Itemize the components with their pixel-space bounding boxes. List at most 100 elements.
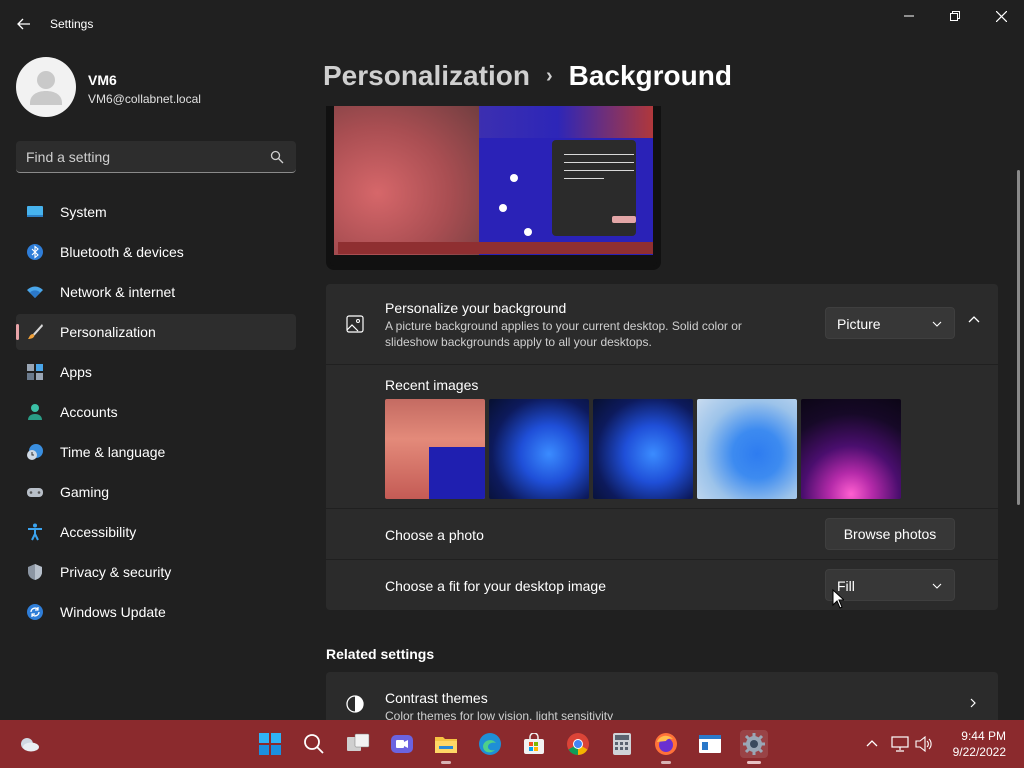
close-button[interactable]	[978, 4, 1024, 28]
personalize-description: A picture background applies to your cur…	[385, 319, 742, 349]
person-icon	[28, 404, 42, 420]
related-settings-title: Related settings	[326, 646, 435, 662]
sidebar-item-accessibility[interactable]: Accessibility	[16, 514, 296, 550]
store-bag-icon	[524, 733, 544, 754]
teams-chat-button[interactable]	[388, 730, 416, 758]
choose-fit-row: Choose a fit for your desktop image Fill	[326, 560, 998, 610]
preview-line	[564, 170, 634, 171]
active-indicator	[747, 761, 761, 764]
recent-image-2[interactable]	[489, 399, 589, 499]
user-email: VM6@collabnet.local	[88, 92, 201, 106]
contrast-themes-title: Contrast themes	[385, 690, 488, 706]
breadcrumb-separator: ›	[545, 64, 553, 87]
notepad-app-button[interactable]	[696, 730, 724, 758]
network-tray-button[interactable]	[888, 730, 912, 758]
sidebar-item-personalization[interactable]: Personalization	[16, 314, 296, 350]
sidebar-item-label: Personalization	[60, 324, 156, 340]
sidebar-item-label: Time & language	[60, 444, 166, 460]
personalize-title: Personalize your background	[385, 300, 567, 316]
app-title: Settings	[50, 17, 94, 31]
preview-window	[552, 140, 636, 236]
arrow-left-icon	[17, 18, 30, 30]
task-view-icon	[347, 733, 370, 751]
chevron-right-icon	[970, 698, 976, 708]
settings-taskbar-button[interactable]	[740, 730, 768, 764]
desktop-preview	[326, 106, 661, 270]
edge-browser-icon	[479, 733, 501, 755]
firefox-browser-icon	[655, 733, 677, 755]
chevron-down-icon	[932, 583, 942, 589]
fit-dropdown[interactable]: Fill	[825, 569, 955, 601]
store-button[interactable]	[520, 730, 548, 758]
recent-images-section: Recent images	[326, 365, 998, 508]
taskbar: 9:44 PM 9/22/2022	[0, 720, 1024, 768]
sidebar-item-privacy[interactable]: Privacy & security	[16, 554, 296, 590]
breadcrumb-parent[interactable]: Personalization	[323, 60, 530, 92]
chrome-button[interactable]	[564, 730, 592, 758]
running-indicator	[441, 761, 451, 764]
sidebar-item-system[interactable]: System	[16, 194, 296, 230]
scrollbar[interactable]	[1017, 170, 1020, 505]
thumbnail-flag	[429, 447, 485, 499]
picture-icon	[346, 315, 364, 333]
sidebar-item-label: Accessibility	[60, 524, 137, 540]
file-explorer-button[interactable]	[432, 730, 460, 764]
sidebar-item-label: Apps	[60, 364, 92, 380]
gamepad-icon	[27, 488, 43, 497]
start-button[interactable]	[256, 730, 284, 758]
recent-image-5[interactable]	[801, 399, 901, 499]
firefox-button[interactable]	[652, 730, 680, 764]
recent-images-list	[385, 399, 901, 499]
edge-button[interactable]	[476, 730, 504, 758]
preview-image	[334, 106, 653, 255]
task-view-button[interactable]	[344, 730, 372, 758]
clock-date: 9/22/2022	[952, 745, 1006, 759]
sidebar-item-label: Privacy & security	[60, 564, 172, 580]
contrast-themes-description: Color themes for low vision, light sensi…	[385, 709, 614, 720]
clock[interactable]: 9:44 PM 9/22/2022	[953, 728, 1006, 760]
sidebar-item-bluetooth[interactable]: Bluetooth & devices	[16, 234, 296, 270]
brush-icon	[28, 324, 43, 339]
person-silhouette-icon	[30, 71, 62, 105]
clock-time: 9:44 PM	[961, 729, 1006, 743]
contrast-themes-row[interactable]: Contrast themes Color themes for low vis…	[326, 672, 998, 720]
weather-widget[interactable]	[15, 730, 43, 758]
sidebar-item-accounts[interactable]: Accounts	[16, 394, 296, 430]
running-indicator	[661, 761, 671, 764]
chevron-up-icon[interactable]	[966, 312, 982, 328]
preview-line	[564, 162, 634, 163]
choose-fit-label: Choose a fit for your desktop image	[385, 578, 607, 594]
show-hidden-icons-button[interactable]	[860, 730, 884, 758]
taskbar-search-button[interactable]	[300, 730, 328, 758]
chat-camera-icon	[391, 735, 413, 753]
personalize-background-row[interactable]: Personalize your background A picture ba…	[326, 284, 998, 364]
sidebar-item-gaming[interactable]: Gaming	[16, 474, 296, 510]
accessibility-icon	[28, 523, 42, 541]
preview-taskbar	[338, 242, 653, 254]
browse-photos-button[interactable]: Browse photos	[825, 518, 955, 550]
sidebar-item-label: System	[60, 204, 107, 220]
sidebar-item-time-language[interactable]: Time & language	[16, 434, 296, 470]
avatar[interactable]	[16, 57, 76, 117]
minimize-button[interactable]	[886, 4, 932, 28]
sidebar-item-windows-update[interactable]: Windows Update	[16, 594, 296, 630]
sidebar-item-network[interactable]: Network & internet	[16, 274, 296, 310]
recent-image-1[interactable]	[385, 399, 485, 499]
sidebar-item-apps[interactable]: Apps	[16, 354, 296, 390]
restore-button[interactable]	[932, 4, 978, 28]
calculator-icon	[613, 733, 631, 755]
speaker-icon	[915, 736, 932, 752]
background-type-dropdown[interactable]: Picture	[825, 307, 955, 339]
preview-star	[524, 228, 532, 236]
volume-tray-button[interactable]	[912, 730, 936, 758]
weather-cloud-icon	[21, 738, 39, 752]
search-box[interactable]	[16, 141, 296, 173]
calculator-button[interactable]	[608, 730, 636, 758]
back-button[interactable]	[12, 12, 36, 36]
sidebar-item-label: Accounts	[60, 404, 118, 420]
recent-image-3[interactable]	[593, 399, 693, 499]
sidebar-nav: System Bluetooth & devices Network & int…	[16, 194, 296, 634]
recent-image-4[interactable]	[697, 399, 797, 499]
search-input[interactable]	[26, 141, 266, 172]
search-icon	[270, 150, 284, 164]
